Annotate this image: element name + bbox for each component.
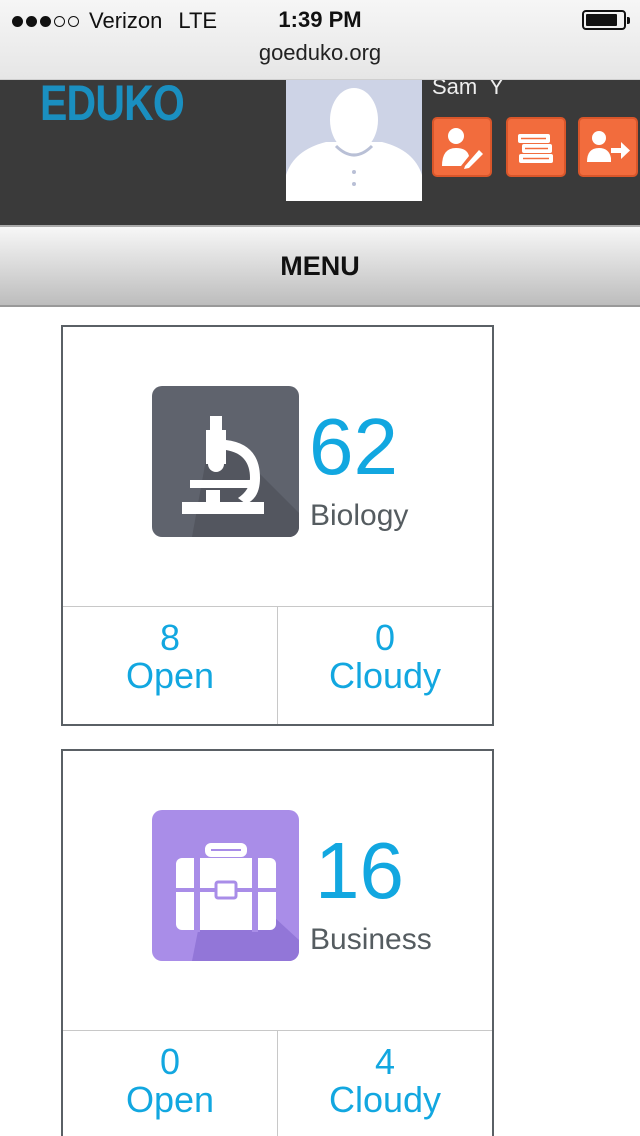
courses-button[interactable] — [506, 117, 566, 177]
logout-icon — [587, 131, 630, 162]
avatar[interactable] — [286, 80, 422, 201]
user-name: Sam Y — [432, 80, 504, 99]
logout-button[interactable] — [578, 117, 638, 177]
menu-toggle[interactable]: MENU — [0, 225, 640, 307]
open-label: Open — [125, 1079, 215, 1120]
subject-stats: 0 Open 4 Cloudy — [63, 1031, 492, 1136]
open-stat[interactable]: 8 Open — [63, 607, 277, 724]
cloudy-stat[interactable]: 0 Cloudy — [277, 607, 492, 724]
cloudy-stat[interactable]: 4 Cloudy — [277, 1031, 492, 1136]
books-icon — [518, 134, 553, 163]
subject-count: 16 — [315, 826, 404, 915]
subject-card-business[interactable]: 16 Business 0 Open 4 Cloudy — [61, 749, 494, 1136]
open-count: 8 — [159, 617, 181, 658]
subject-name: Biology — [310, 499, 409, 532]
teacher-edit-icon — [442, 128, 483, 169]
subject-summary[interactable]: 62 Biology — [63, 327, 492, 607]
open-label: Open — [125, 655, 215, 696]
battery-icon — [582, 10, 630, 30]
status-bar: Verizon LTE 1:39 PM goeduko.org — [0, 0, 640, 80]
address-bar[interactable]: goeduko.org — [0, 40, 640, 66]
subject-stats: 8 Open 0 Cloudy — [63, 607, 492, 724]
microscope-icon — [152, 386, 299, 537]
subject-name: Business — [310, 923, 432, 956]
site-logo[interactable]: EDUKO — [40, 80, 185, 132]
subject-summary[interactable]: 16 Business — [63, 751, 492, 1031]
profile-edit-button[interactable] — [432, 117, 492, 177]
clock: 1:39 PM — [278, 7, 362, 32]
open-count: 0 — [159, 1041, 181, 1082]
cloudy-count: 0 — [374, 617, 396, 658]
subject-card-biology[interactable]: 62 Biology 8 Open 0 Cloudy — [61, 325, 494, 726]
cloudy-label: Cloudy — [328, 1079, 442, 1120]
site-header: EDUKO Sam Y — [0, 80, 640, 225]
open-stat[interactable]: 0 Open — [63, 1031, 277, 1136]
subject-count: 62 — [309, 402, 398, 491]
menu-label: MENU — [280, 251, 360, 281]
briefcase-icon — [152, 810, 299, 961]
cloudy-count: 4 — [374, 1041, 396, 1082]
cloudy-label: Cloudy — [328, 655, 442, 696]
